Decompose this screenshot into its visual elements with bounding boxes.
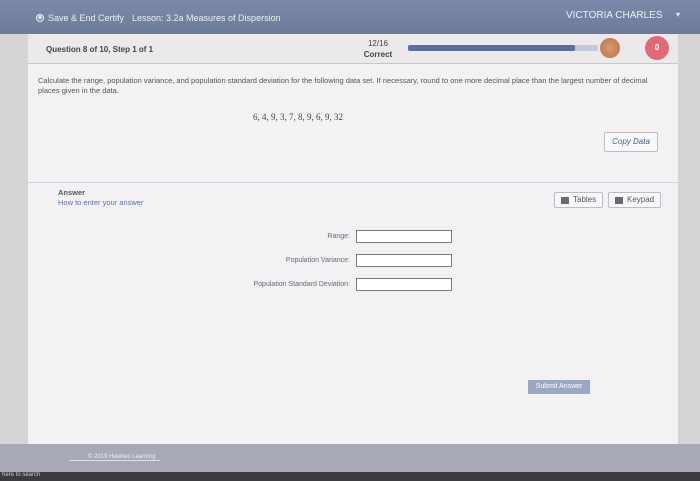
- footer-line: [70, 460, 160, 461]
- lesson-title: Lesson: 3.2a Measures of Dispersion: [132, 13, 281, 23]
- save-label: Save & End Certify: [48, 13, 125, 23]
- table-icon: [561, 196, 569, 204]
- keypad-button[interactable]: Keypad: [608, 192, 662, 208]
- divider: [28, 182, 678, 183]
- tables-label: Tables: [573, 195, 597, 204]
- score-status: Correct: [363, 50, 393, 59]
- population-variance-label: Population Variance:: [285, 257, 350, 264]
- save-end-certify-button[interactable]: ◉ Save & End Certify: [36, 13, 124, 23]
- heart-icon: 0: [645, 36, 669, 60]
- question-instructions: Calculate the range, population variance…: [38, 76, 648, 95]
- keypad-label: Keypad: [627, 195, 655, 204]
- how-to-enter-link[interactable]: How to enter your answer: [58, 198, 143, 207]
- taskbar-search[interactable]: here to search: [2, 472, 40, 478]
- population-std-dev-input[interactable]: [356, 278, 452, 291]
- progress-fill: [408, 45, 576, 51]
- top-bar: ◉ Save & End Certify Lesson: 3.2a Measur…: [0, 0, 700, 34]
- keypad-icon: [615, 196, 623, 204]
- progress-bar: [408, 45, 598, 51]
- question-label: Question 8 of 10, Step 1 of 1: [46, 45, 154, 54]
- population-std-dev-label: Population Standard Deviation:: [253, 281, 350, 288]
- range-label: Range:: [327, 233, 350, 240]
- answer-heading: Answer: [58, 188, 86, 197]
- footer: © 2019 Hawkes Learning: [0, 444, 700, 472]
- user-name-menu[interactable]: VICTORIA CHARLES: [566, 10, 663, 21]
- tables-button[interactable]: Tables: [554, 192, 604, 208]
- range-input[interactable]: [356, 230, 452, 243]
- taskbar: here to search: [0, 472, 700, 481]
- data-set: 6, 4, 9, 3, 7, 8, 9, 6, 9, 32: [253, 112, 343, 122]
- question-status-bar: Question 8 of 10, Step 1 of 1 12/16 Corr…: [28, 34, 678, 64]
- score-box: 12/16 Correct: [358, 38, 398, 60]
- chevron-down-icon[interactable]: ▾: [676, 10, 680, 19]
- submit-answer-button[interactable]: Submit Answer: [528, 380, 590, 394]
- save-icon: ◉: [36, 14, 44, 22]
- population-variance-input[interactable]: [356, 254, 452, 267]
- coin-icon: [600, 38, 620, 58]
- score-value: 12/16: [367, 39, 389, 48]
- copy-data-button[interactable]: Copy Data: [604, 132, 658, 152]
